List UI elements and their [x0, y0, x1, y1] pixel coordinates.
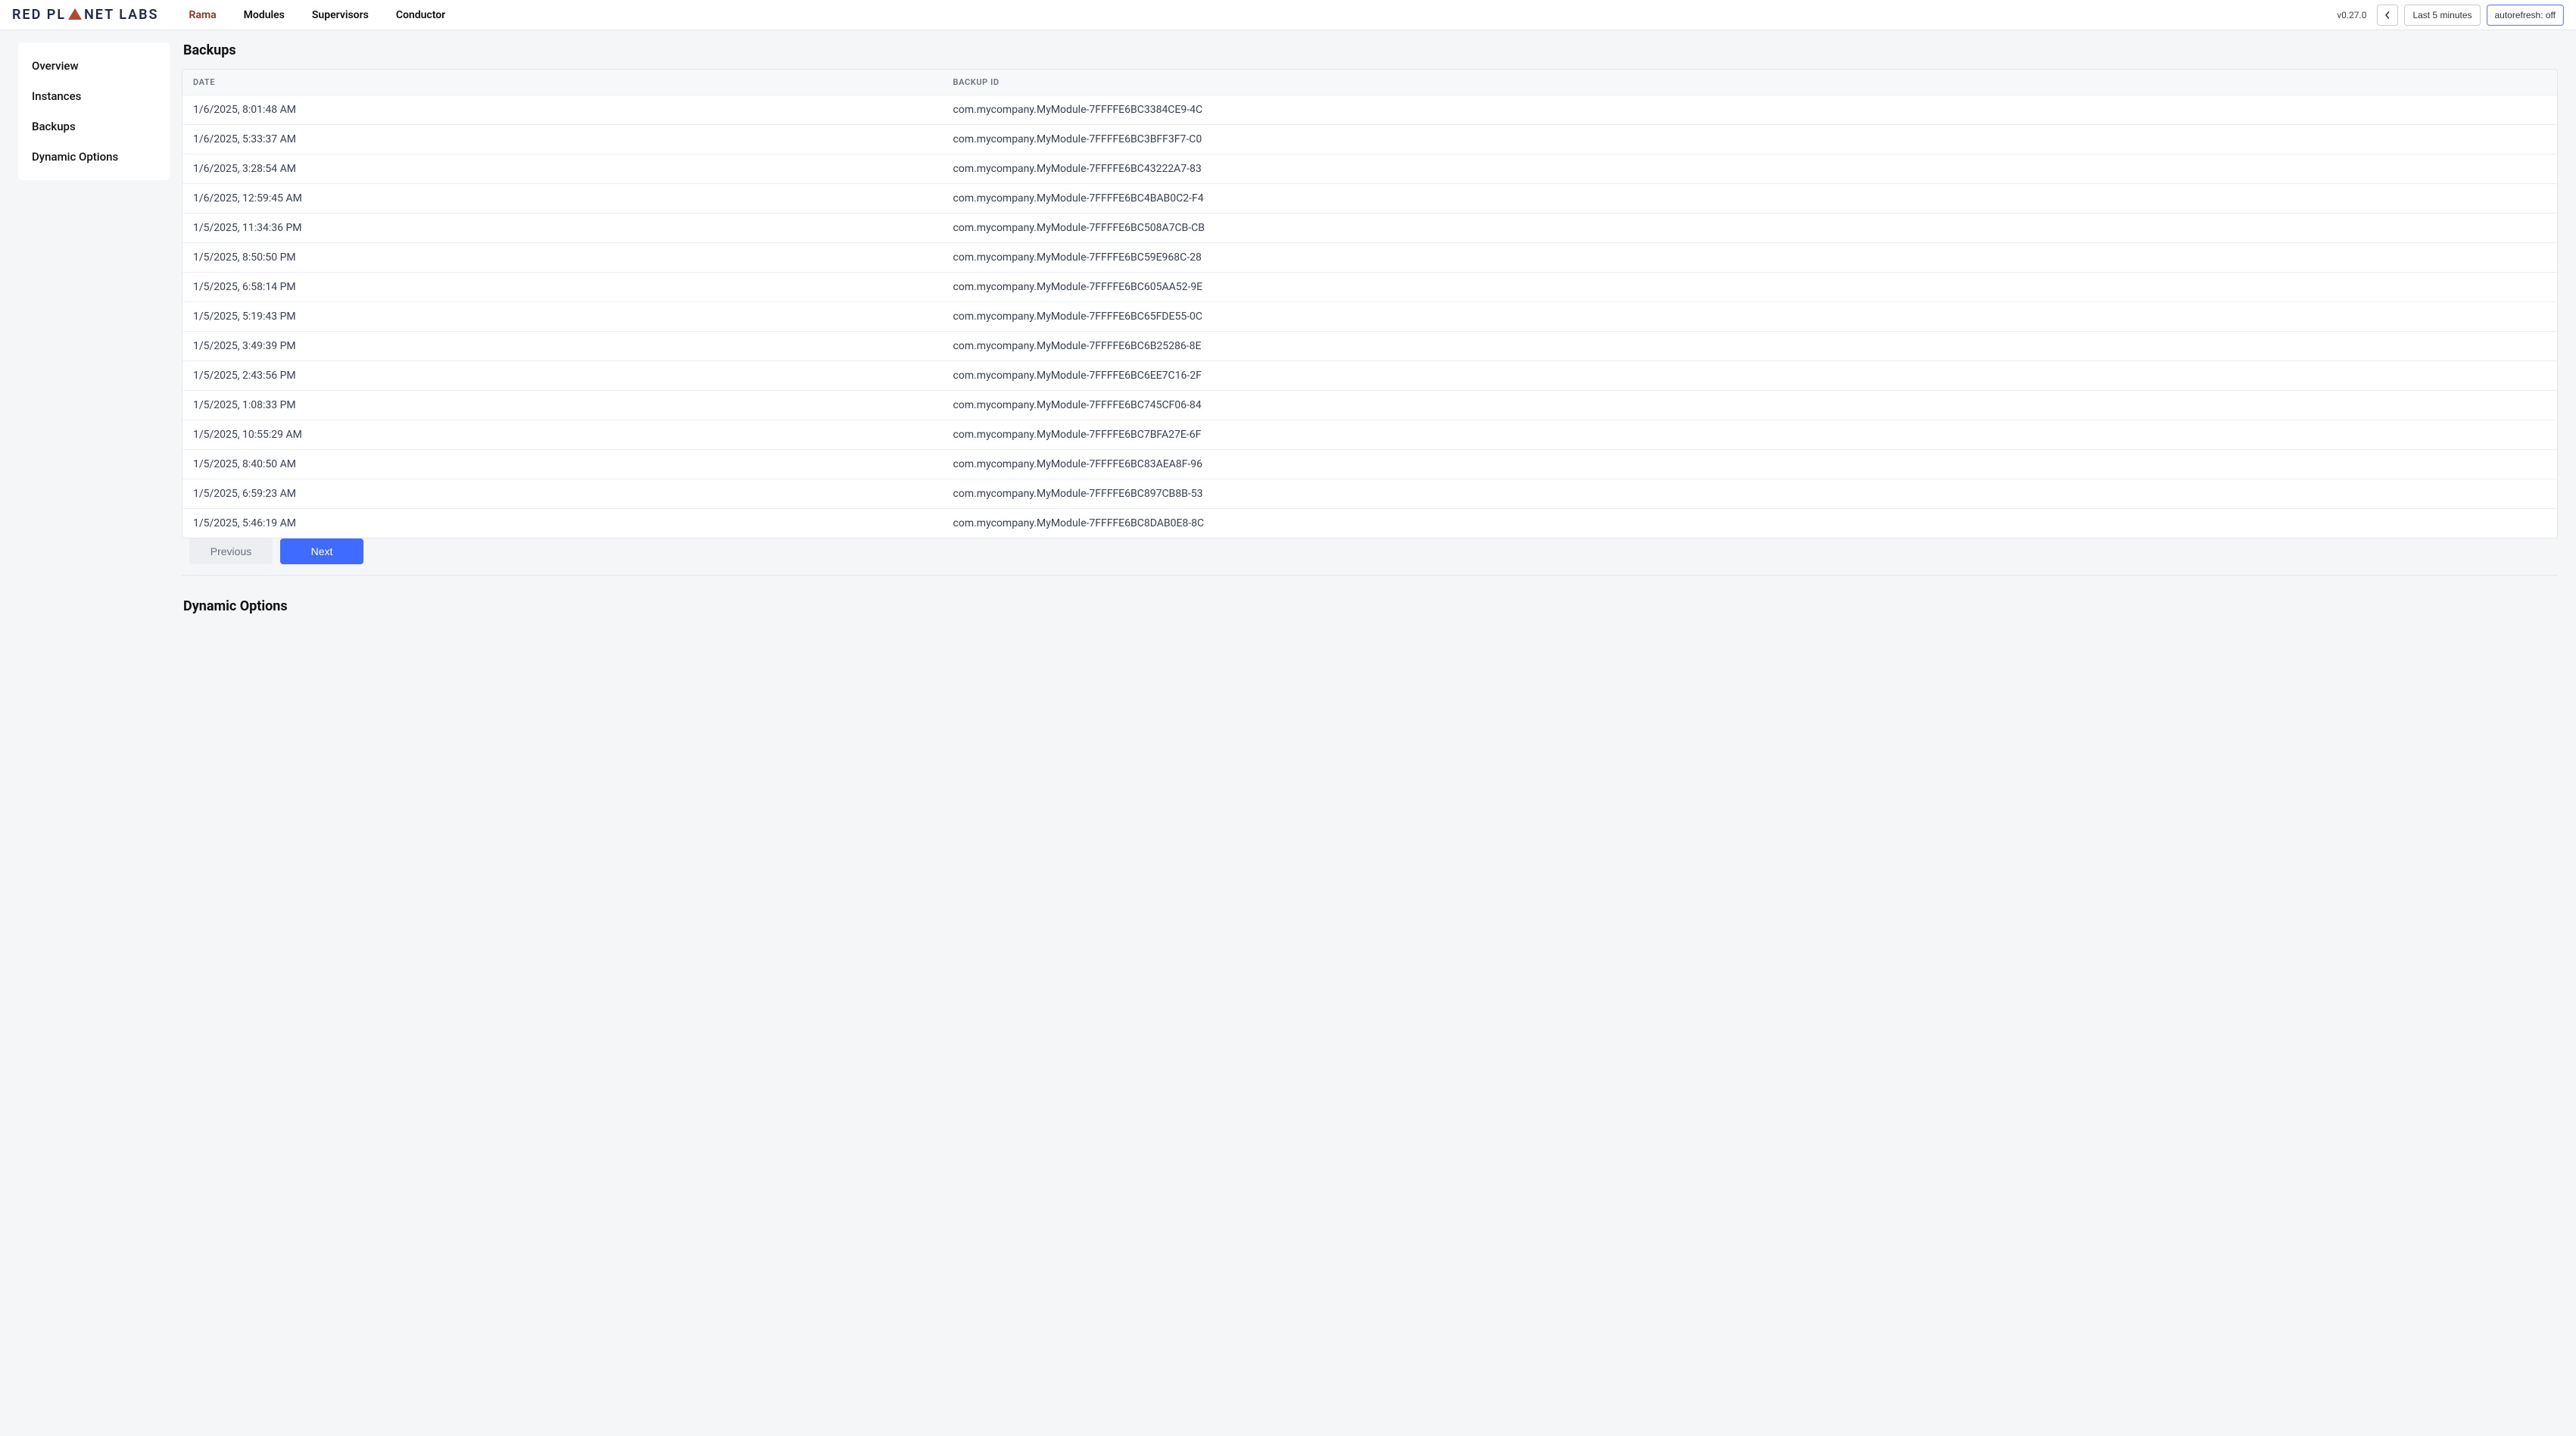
cell-date: 1/5/2025, 11:34:36 PM: [182, 214, 943, 243]
nav-link-supervisors[interactable]: Supervisors: [312, 9, 369, 21]
cell-date: 1/5/2025, 8:40:50 AM: [182, 450, 943, 479]
previous-button[interactable]: Previous: [189, 538, 273, 564]
nav-link-rama[interactable]: Rama: [189, 9, 217, 21]
column-header-date[interactable]: DATE: [182, 70, 943, 95]
cell-date: 1/6/2025, 3:28:54 AM: [182, 155, 943, 184]
section-title-dynamic-options: Dynamic Options: [183, 598, 2558, 614]
next-button-label: Next: [311, 545, 333, 557]
table-row[interactable]: 1/5/2025, 6:58:14 PMcom.mycompany.MyModu…: [182, 273, 2557, 302]
main-content: Backups DATE BACKUP ID 1/6/2025, 8:01:48…: [182, 42, 2558, 625]
topbar: RED PL NET LABS Rama Modules Supervisors…: [0, 0, 2576, 30]
table-row[interactable]: 1/6/2025, 8:01:48 AMcom.mycompany.MyModu…: [182, 95, 2557, 125]
cell-backup-id: com.mycompany.MyModule-7FFFFE6BC8DAB0E8-…: [943, 509, 2557, 538]
sidebar-item-instances[interactable]: Instances: [18, 83, 170, 109]
table-row[interactable]: 1/6/2025, 12:59:45 AMcom.mycompany.MyMod…: [182, 184, 2557, 214]
autorefresh-label: autorefresh: off: [2495, 10, 2556, 20]
logo-text-left: RED PL: [12, 7, 66, 23]
table-row[interactable]: 1/5/2025, 5:46:19 AMcom.mycompany.MyModu…: [182, 509, 2557, 538]
cell-date: 1/5/2025, 3:49:39 PM: [182, 332, 943, 361]
time-window-label: Last 5 minutes: [2412, 10, 2472, 20]
cell-date: 1/5/2025, 6:58:14 PM: [182, 273, 943, 302]
cell-backup-id: com.mycompany.MyModule-7FFFFE6BC745CF06-…: [943, 391, 2557, 420]
table-row[interactable]: 1/5/2025, 1:08:33 PMcom.mycompany.MyModu…: [182, 391, 2557, 420]
cell-backup-id: com.mycompany.MyModule-7FFFFE6BC6EE7C16-…: [943, 361, 2557, 391]
cell-date: 1/5/2025, 6:59:23 AM: [182, 479, 943, 509]
cell-date: 1/6/2025, 8:01:48 AM: [182, 95, 943, 125]
table-row[interactable]: 1/5/2025, 8:40:50 AMcom.mycompany.MyModu…: [182, 450, 2557, 479]
nav-link-modules[interactable]: Modules: [244, 9, 285, 21]
cell-date: 1/5/2025, 1:08:33 PM: [182, 391, 943, 420]
table-row[interactable]: 1/5/2025, 11:34:36 PMcom.mycompany.MyMod…: [182, 214, 2557, 243]
primary-nav: Rama Modules Supervisors Conductor: [189, 9, 446, 21]
pager: Previous Next: [182, 538, 2558, 572]
section-title-backups: Backups: [183, 42, 2558, 58]
sidebar-item-label: Dynamic Options: [32, 150, 118, 164]
table-row[interactable]: 1/5/2025, 10:55:29 AMcom.mycompany.MyMod…: [182, 420, 2557, 450]
cell-date: 1/6/2025, 12:59:45 AM: [182, 184, 943, 214]
cell-backup-id: com.mycompany.MyModule-7FFFFE6BC65FDE55-…: [943, 302, 2557, 332]
table-row[interactable]: 1/6/2025, 3:28:54 AMcom.mycompany.MyModu…: [182, 155, 2557, 184]
sidebar-item-overview[interactable]: Overview: [18, 53, 170, 79]
table-row[interactable]: 1/5/2025, 6:59:23 AMcom.mycompany.MyModu…: [182, 479, 2557, 509]
cell-backup-id: com.mycompany.MyModule-7FFFFE6BC508A7CB-…: [943, 214, 2557, 243]
logo-triangle-icon: [68, 8, 82, 20]
cell-backup-id: com.mycompany.MyModule-7FFFFE6BC3384CE9-…: [943, 95, 2557, 125]
time-back-button[interactable]: [2377, 5, 2398, 26]
time-window-button[interactable]: Last 5 minutes: [2404, 5, 2480, 26]
version-label: v0.27.0: [2337, 10, 2366, 20]
backups-table-card: DATE BACKUP ID 1/6/2025, 8:01:48 AMcom.m…: [182, 69, 2558, 538]
cell-date: 1/5/2025, 8:50:50 PM: [182, 243, 943, 273]
cell-backup-id: com.mycompany.MyModule-7FFFFE6BC6B25286-…: [943, 332, 2557, 361]
cell-date: 1/5/2025, 5:46:19 AM: [182, 509, 943, 538]
cell-backup-id: com.mycompany.MyModule-7FFFFE6BC3BFF3F7-…: [943, 125, 2557, 155]
table-row[interactable]: 1/5/2025, 8:50:50 PMcom.mycompany.MyModu…: [182, 243, 2557, 273]
sidebar-item-label: Instances: [32, 89, 81, 103]
cell-backup-id: com.mycompany.MyModule-7FFFFE6BC43222A7-…: [943, 155, 2557, 184]
table-row[interactable]: 1/5/2025, 3:49:39 PMcom.mycompany.MyModu…: [182, 332, 2557, 361]
cell-date: 1/5/2025, 5:19:43 PM: [182, 302, 943, 332]
cell-date: 1/5/2025, 2:43:56 PM: [182, 361, 943, 391]
sidebar-item-backups[interactable]: Backups: [18, 114, 170, 139]
logo-text-right: NET LABS: [84, 7, 158, 23]
cell-date: 1/5/2025, 10:55:29 AM: [182, 420, 943, 450]
section-divider: [182, 575, 2558, 576]
table-row[interactable]: 1/5/2025, 5:19:43 PMcom.mycompany.MyModu…: [182, 302, 2557, 332]
next-button[interactable]: Next: [280, 538, 363, 564]
nav-link-conductor[interactable]: Conductor: [396, 9, 445, 21]
column-header-backup-id[interactable]: BACKUP ID: [943, 70, 2557, 95]
sidebar-item-label: Backups: [32, 120, 76, 133]
cell-backup-id: com.mycompany.MyModule-7FFFFE6BC59E968C-…: [943, 243, 2557, 273]
table-row[interactable]: 1/6/2025, 5:33:37 AMcom.mycompany.MyModu…: [182, 125, 2557, 155]
sidebar: Overview Instances Backups Dynamic Optio…: [18, 42, 170, 180]
backups-table: DATE BACKUP ID 1/6/2025, 8:01:48 AMcom.m…: [182, 70, 2557, 538]
cell-backup-id: com.mycompany.MyModule-7FFFFE6BC7BFA27E-…: [943, 420, 2557, 450]
previous-button-label: Previous: [211, 545, 251, 557]
table-row[interactable]: 1/5/2025, 2:43:56 PMcom.mycompany.MyModu…: [182, 361, 2557, 391]
brand-logo: RED PL NET LABS: [12, 7, 159, 23]
cell-date: 1/6/2025, 5:33:37 AM: [182, 125, 943, 155]
sidebar-item-dynamic-options[interactable]: Dynamic Options: [18, 144, 170, 170]
cell-backup-id: com.mycompany.MyModule-7FFFFE6BC4BAB0C2-…: [943, 184, 2557, 214]
topbar-right: v0.27.0 Last 5 minutes autorefresh: off: [2337, 5, 2564, 26]
cell-backup-id: com.mycompany.MyModule-7FFFFE6BC83AEA8F-…: [943, 450, 2557, 479]
cell-backup-id: com.mycompany.MyModule-7FFFFE6BC605AA52-…: [943, 273, 2557, 302]
chevron-left-icon: [2384, 11, 2391, 19]
autorefresh-toggle[interactable]: autorefresh: off: [2487, 5, 2565, 26]
sidebar-item-label: Overview: [32, 59, 79, 73]
cell-backup-id: com.mycompany.MyModule-7FFFFE6BC897CB8B-…: [943, 479, 2557, 509]
